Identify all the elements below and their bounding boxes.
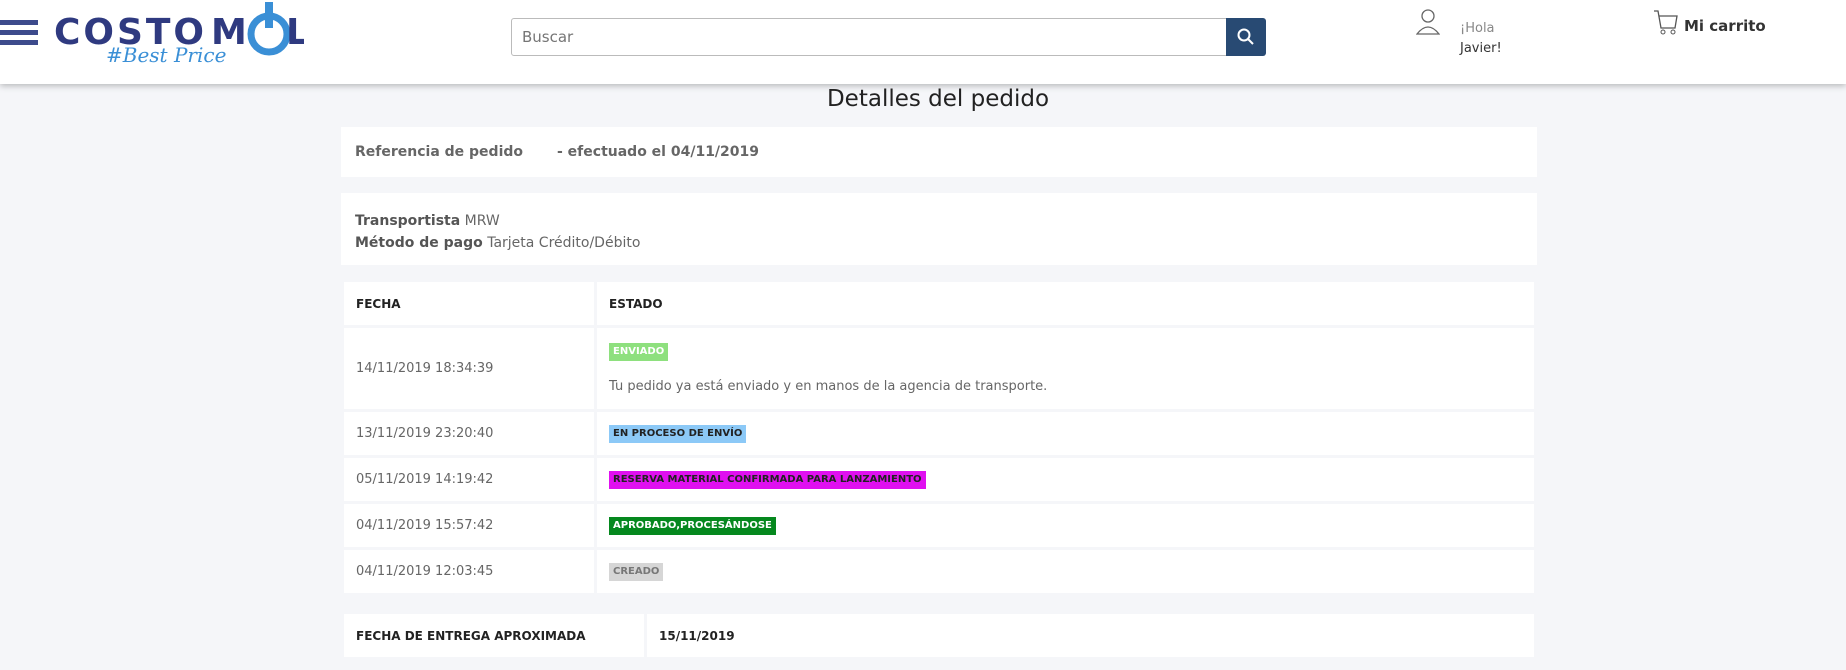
history-row: 05/11/2019 14:19:42 RESERVA MATERIAL CON…: [344, 458, 1534, 501]
order-shipping-box: Transportista MRW Método de pago Tarjeta…: [341, 193, 1537, 265]
history-row: 13/11/2019 23:20:40 EN PROCESO DE ENVÍO: [344, 412, 1534, 455]
history-status-cell: ENVIADO Tu pedido ya está enviado y en ma…: [597, 328, 1534, 409]
status-note: Tu pedido ya está enviado y en manos de …: [609, 379, 1048, 394]
delivery-label: FECHA DE ENTREGA APROXIMADA: [344, 614, 644, 657]
cart-icon[interactable]: [1653, 8, 1679, 36]
status-badge: RESERVA MATERIAL CONFIRMADA PARA LANZAMI…: [609, 470, 926, 489]
logo[interactable]: COSTO M L #Best Price: [54, 0, 304, 70]
carrier-label: Transportista: [355, 213, 461, 229]
greeting: ¡Hola: [1460, 21, 1495, 36]
delivery-date: 15/11/2019: [647, 614, 1534, 657]
col-date-header: FECHA: [344, 282, 594, 325]
status-badge: EN PROCESO DE ENVÍO: [609, 424, 747, 443]
carrier-value: MRW: [464, 213, 500, 229]
search-icon: [1237, 28, 1254, 45]
search-input[interactable]: [511, 18, 1265, 56]
history-date: 05/11/2019 14:19:42: [344, 458, 594, 501]
order-placed-date: - efectuado el 04/11/2019: [557, 144, 760, 160]
payment-value: Tarjeta Crédito/Débito: [487, 235, 641, 251]
header: COSTO M L #Best Price ¡Hola Javier! Mi c…: [0, 0, 1846, 84]
status-badge: CREADO: [609, 562, 664, 581]
user-name[interactable]: Javier!: [1460, 41, 1502, 56]
status-badge: ENVIADO: [609, 343, 669, 361]
history-status-cell: EN PROCESO DE ENVÍO: [597, 412, 1534, 455]
history-row: 04/11/2019 15:57:42 APROBADO,PROCESÁNDOS…: [344, 504, 1534, 547]
svg-text:#Best Price: #Best Price: [106, 43, 226, 67]
user-icon[interactable]: [1416, 8, 1440, 36]
status-badge: APROBADO,PROCESÁNDOSE: [609, 516, 776, 535]
history-row: 04/11/2019 12:03:45 CREADO: [344, 550, 1534, 593]
history-status-cell: APROBADO,PROCESÁNDOSE: [597, 504, 1534, 547]
history-status-cell: CREADO: [597, 550, 1534, 593]
delivery-table: FECHA DE ENTREGA APROXIMADA 15/11/2019: [341, 611, 1537, 660]
history-status-cell: RESERVA MATERIAL CONFIRMADA PARA LANZAMI…: [597, 458, 1534, 501]
svg-text:L: L: [286, 12, 304, 53]
history-date: 04/11/2019 12:03:45: [344, 550, 594, 593]
search-button[interactable]: [1226, 18, 1266, 56]
history-date: 14/11/2019 18:34:39: [344, 328, 594, 409]
history-row: 14/11/2019 18:34:39 ENVIADO Tu pedido ya …: [344, 328, 1534, 409]
col-status-header: ESTADO: [597, 282, 1534, 325]
payment-label: Método de pago: [355, 235, 483, 251]
order-reference-box: Referencia de pedido - efectuado el 04/1…: [341, 127, 1537, 177]
history-date: 04/11/2019 15:57:42: [344, 504, 594, 547]
page-title: Detalles del pedido: [826, 86, 1050, 112]
cart-link[interactable]: Mi carrito: [1684, 17, 1766, 35]
history-date: 13/11/2019 23:20:40: [344, 412, 594, 455]
hamburger-menu-icon[interactable]: [0, 20, 38, 46]
order-history-table: FECHA ESTADO 14/11/2019 18:34:39 ENVIADO T…: [341, 279, 1537, 596]
reference-label: Referencia de pedido: [355, 144, 524, 160]
